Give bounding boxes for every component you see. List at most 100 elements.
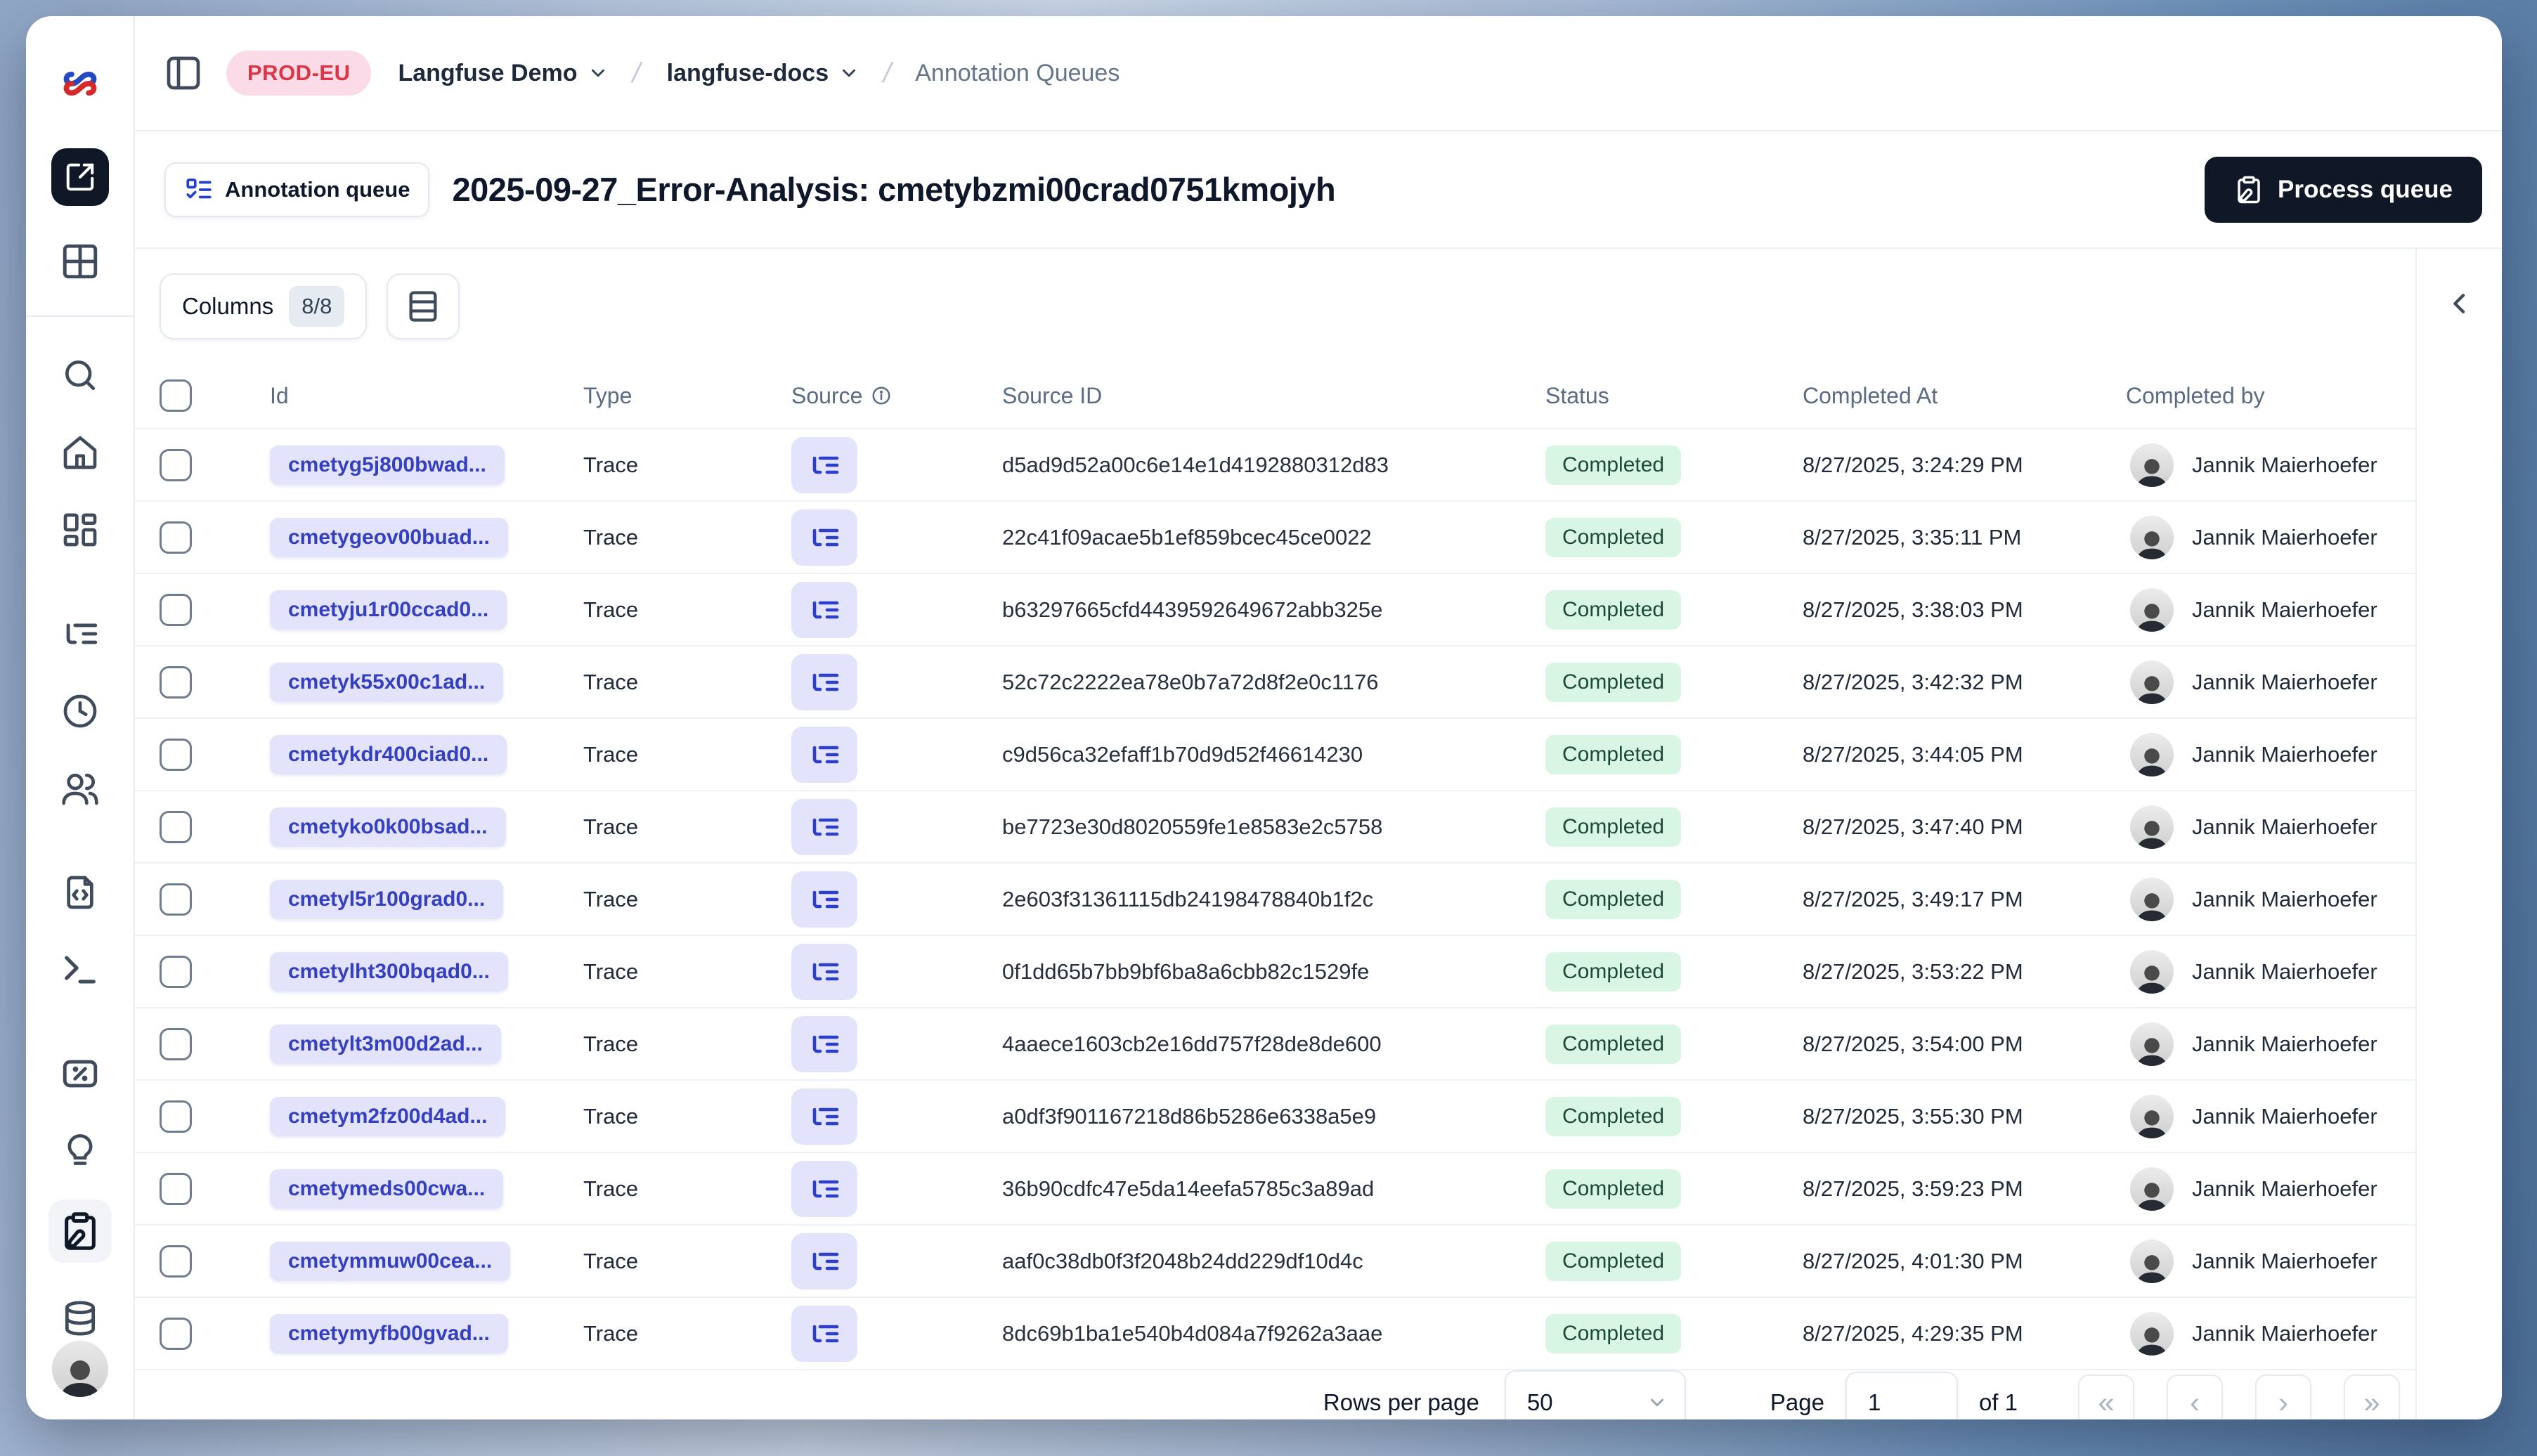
sidebar-item-users[interactable] <box>58 767 102 810</box>
trace-source-icon[interactable] <box>791 581 857 638</box>
page-number-input[interactable] <box>1845 1372 1958 1419</box>
table-row[interactable]: cmetyk55x00c1ad... Trace 52c72c2222ea78e… <box>135 645 2415 717</box>
row-checkbox[interactable] <box>160 738 192 771</box>
sidebar-item-datasets[interactable] <box>58 871 102 914</box>
row-height-button[interactable] <box>387 273 460 339</box>
item-id-badge[interactable]: cmetyg5j800bwad... <box>270 445 505 485</box>
langfuse-logo-icon[interactable] <box>60 68 100 99</box>
user-avatar[interactable] <box>51 1341 108 1397</box>
sidebar-item-sessions[interactable] <box>58 689 102 733</box>
table-row[interactable]: cmetykdr400ciad0... Trace c9d56ca32efaff… <box>135 717 2415 790</box>
row-checkbox[interactable] <box>160 448 192 481</box>
row-checkbox[interactable] <box>160 883 192 916</box>
select-all-checkbox[interactable] <box>160 379 192 412</box>
row-checkbox[interactable] <box>160 1172 192 1205</box>
trace-source-icon[interactable] <box>791 436 857 493</box>
table-row[interactable]: cmetymyfb00gvad... Trace 8dc69b1ba1e540b… <box>135 1296 2415 1369</box>
trace-source-icon[interactable] <box>791 654 857 710</box>
sidebar-item-database[interactable] <box>58 1296 102 1340</box>
item-id-badge[interactable]: cmetymyfb00gvad... <box>270 1313 508 1353</box>
row-checkbox[interactable] <box>160 810 192 843</box>
table-row[interactable]: cmetyg5j800bwad... Trace d5ad9d52a00c6e1… <box>135 428 2415 500</box>
trace-source-icon[interactable] <box>791 1233 857 1289</box>
column-header-id[interactable]: Id <box>246 383 559 409</box>
sidebar-item-tracing[interactable] <box>58 612 102 656</box>
info-icon[interactable] <box>871 385 892 406</box>
trace-source-icon[interactable] <box>791 1088 857 1145</box>
rows-per-page-select[interactable]: 50 <box>1504 1370 1686 1419</box>
sidebar-item-open-external[interactable] <box>51 148 109 206</box>
home-icon <box>63 436 96 469</box>
column-header-source-id[interactable]: Source ID <box>978 383 1521 409</box>
previous-page-button[interactable]: ‹ <box>2167 1374 2223 1419</box>
trace-source-icon[interactable] <box>791 1015 857 1072</box>
avatar-silhouette-icon <box>2136 1327 2167 1356</box>
table-row[interactable]: cmetylht300bqad0... Trace 0f1dd65b7bb9bf… <box>135 935 2415 1007</box>
next-page-button[interactable]: › <box>2255 1374 2311 1419</box>
sidebar-toggle-button[interactable] <box>162 51 205 95</box>
row-checkbox[interactable] <box>160 521 192 554</box>
trace-source-icon[interactable] <box>791 871 857 928</box>
last-page-button[interactable]: » <box>2344 1374 2400 1419</box>
row-checkbox[interactable] <box>160 593 192 626</box>
status-badge: Completed <box>1545 1241 1682 1281</box>
item-id-badge[interactable]: cmetyko0k00bsad... <box>270 807 506 847</box>
column-header-type[interactable]: Type <box>559 383 767 409</box>
column-header-completed-at[interactable]: Completed At <box>1779 383 2102 409</box>
item-id-badge[interactable]: cmetymmuw00cea... <box>270 1241 511 1281</box>
column-header-completed-by[interactable]: Completed by <box>2102 383 2415 409</box>
sidebar-item-tables[interactable] <box>58 240 102 283</box>
row-checkbox[interactable] <box>160 665 192 698</box>
table-row[interactable]: cmetyko0k00bsad... Trace be7723e30d80205… <box>135 790 2415 862</box>
sidebar-item-dashboards[interactable] <box>58 508 102 552</box>
database-icon <box>65 1301 95 1336</box>
table-row[interactable]: cmetyl5r100grad0... Trace 2e603f31361115… <box>135 862 2415 935</box>
column-header-status[interactable]: Status <box>1521 383 1779 409</box>
trace-source-icon[interactable] <box>791 1160 857 1217</box>
item-id-badge[interactable]: cmetyju1r00ccad0... <box>270 590 507 630</box>
row-checkbox[interactable] <box>160 955 192 988</box>
item-id-badge[interactable]: cmetylt3m00d2ad... <box>270 1024 501 1064</box>
trace-source-icon[interactable] <box>791 509 857 566</box>
row-checkbox[interactable] <box>160 1027 192 1060</box>
trace-source-icon[interactable] <box>791 943 857 1000</box>
item-id-badge[interactable]: cmetygeov00buad... <box>270 517 508 557</box>
item-id-badge[interactable]: cmetylht300bqad0... <box>270 951 508 992</box>
breadcrumb-project[interactable]: langfuse-docs <box>667 60 859 87</box>
table-row[interactable]: cmetyju1r00ccad0... Trace b63297665cfd44… <box>135 573 2415 645</box>
dashboard-icon <box>63 513 96 547</box>
table-row[interactable]: cmetym2fz00d4ad... Trace a0df3f901167218… <box>135 1079 2415 1152</box>
row-checkbox[interactable] <box>160 1244 192 1278</box>
process-queue-button[interactable]: Process queue <box>2205 156 2482 223</box>
table-row[interactable]: cmetylt3m00d2ad... Trace 4aaece1603cb2e1… <box>135 1007 2415 1079</box>
completed-by-name: Jannik Maierhoefer <box>2192 1248 2377 1273</box>
sidebar-item-playground[interactable] <box>58 948 102 992</box>
item-id-badge[interactable]: cmetym2fz00d4ad... <box>270 1096 506 1136</box>
source-id: d5ad9d52a00c6e14e1d4192880312d83 <box>1002 452 1389 477</box>
row-checkbox[interactable] <box>160 1317 192 1350</box>
item-id-badge[interactable]: cmetyl5r100grad0... <box>270 879 504 919</box>
trace-source-icon[interactable] <box>791 1305 857 1362</box>
item-id-badge[interactable]: cmetymeds00cwa... <box>270 1169 504 1209</box>
sidebar-item-prompts[interactable] <box>58 1129 102 1173</box>
collapse-panel-button[interactable] <box>2437 281 2482 326</box>
sidebar-item-evaluation[interactable] <box>58 1052 102 1096</box>
list-tree-icon <box>812 1325 839 1342</box>
columns-button[interactable]: Columns 8/8 <box>160 273 368 339</box>
breadcrumb-org[interactable]: Langfuse Demo <box>398 60 608 87</box>
sidebar-item-annotation-queues[interactable] <box>48 1200 112 1263</box>
table-row[interactable]: cmetymeds00cwa... Trace 36b90cdfc47e5da1… <box>135 1152 2415 1224</box>
row-checkbox[interactable] <box>160 1100 192 1133</box>
table-row[interactable]: cmetymmuw00cea... Trace aaf0c38db0f3f204… <box>135 1224 2415 1296</box>
trace-source-icon[interactable] <box>791 726 857 783</box>
table-row[interactable]: cmetygeov00buad... Trace 22c41f09acae5b1… <box>135 500 2415 573</box>
sidebar-item-home[interactable] <box>58 431 102 474</box>
breadcrumb-separator: / <box>628 57 644 89</box>
first-page-button[interactable]: « <box>2078 1374 2134 1419</box>
environment-badge[interactable]: PROD-EU <box>226 51 372 96</box>
column-header-source[interactable]: Source <box>767 383 978 409</box>
item-id-badge[interactable]: cmetykdr400ciad0... <box>270 734 507 774</box>
item-id-badge[interactable]: cmetyk55x00c1ad... <box>270 662 504 702</box>
trace-source-icon[interactable] <box>791 798 857 855</box>
sidebar-item-search[interactable] <box>58 353 102 397</box>
